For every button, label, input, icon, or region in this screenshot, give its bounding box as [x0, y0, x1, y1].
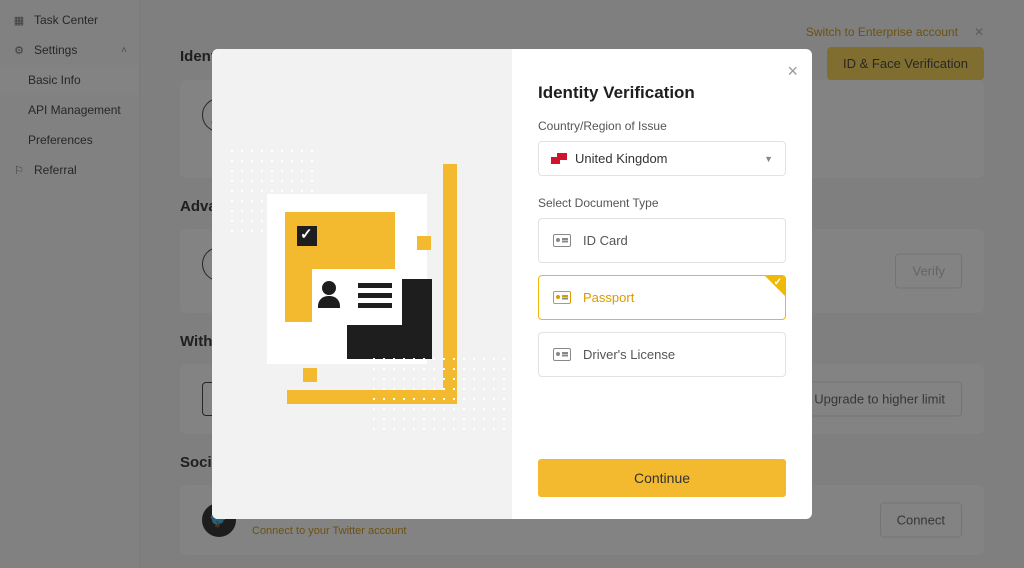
id-card-icon [553, 234, 571, 247]
doc-option-id-card[interactable]: ID Card [538, 218, 786, 263]
uk-flag-icon [551, 153, 567, 164]
modal-overlay: × Identity Verification Country/Region o… [0, 0, 1024, 568]
doc-type-label: Select Document Type [538, 196, 786, 210]
license-icon [553, 348, 571, 361]
continue-button[interactable]: Continue [538, 459, 786, 497]
passport-icon [553, 291, 571, 304]
caret-down-icon: ▼ [764, 154, 773, 164]
modal-illustration [212, 49, 512, 519]
country-select[interactable]: United Kingdom ▼ [538, 141, 786, 176]
check-icon: ✓ [774, 277, 782, 288]
doc-option-passport[interactable]: Passport ✓ [538, 275, 786, 320]
modal-title: Identity Verification [538, 83, 786, 103]
country-label: Country/Region of Issue [538, 119, 786, 133]
doc-option-label: ID Card [583, 233, 628, 248]
country-value: United Kingdom [575, 151, 668, 166]
doc-option-label: Driver's License [583, 347, 675, 362]
doc-option-drivers-license[interactable]: Driver's License [538, 332, 786, 377]
close-icon[interactable]: × [787, 61, 798, 82]
doc-option-label: Passport [583, 290, 634, 305]
identity-verification-modal: × Identity Verification Country/Region o… [212, 49, 812, 519]
